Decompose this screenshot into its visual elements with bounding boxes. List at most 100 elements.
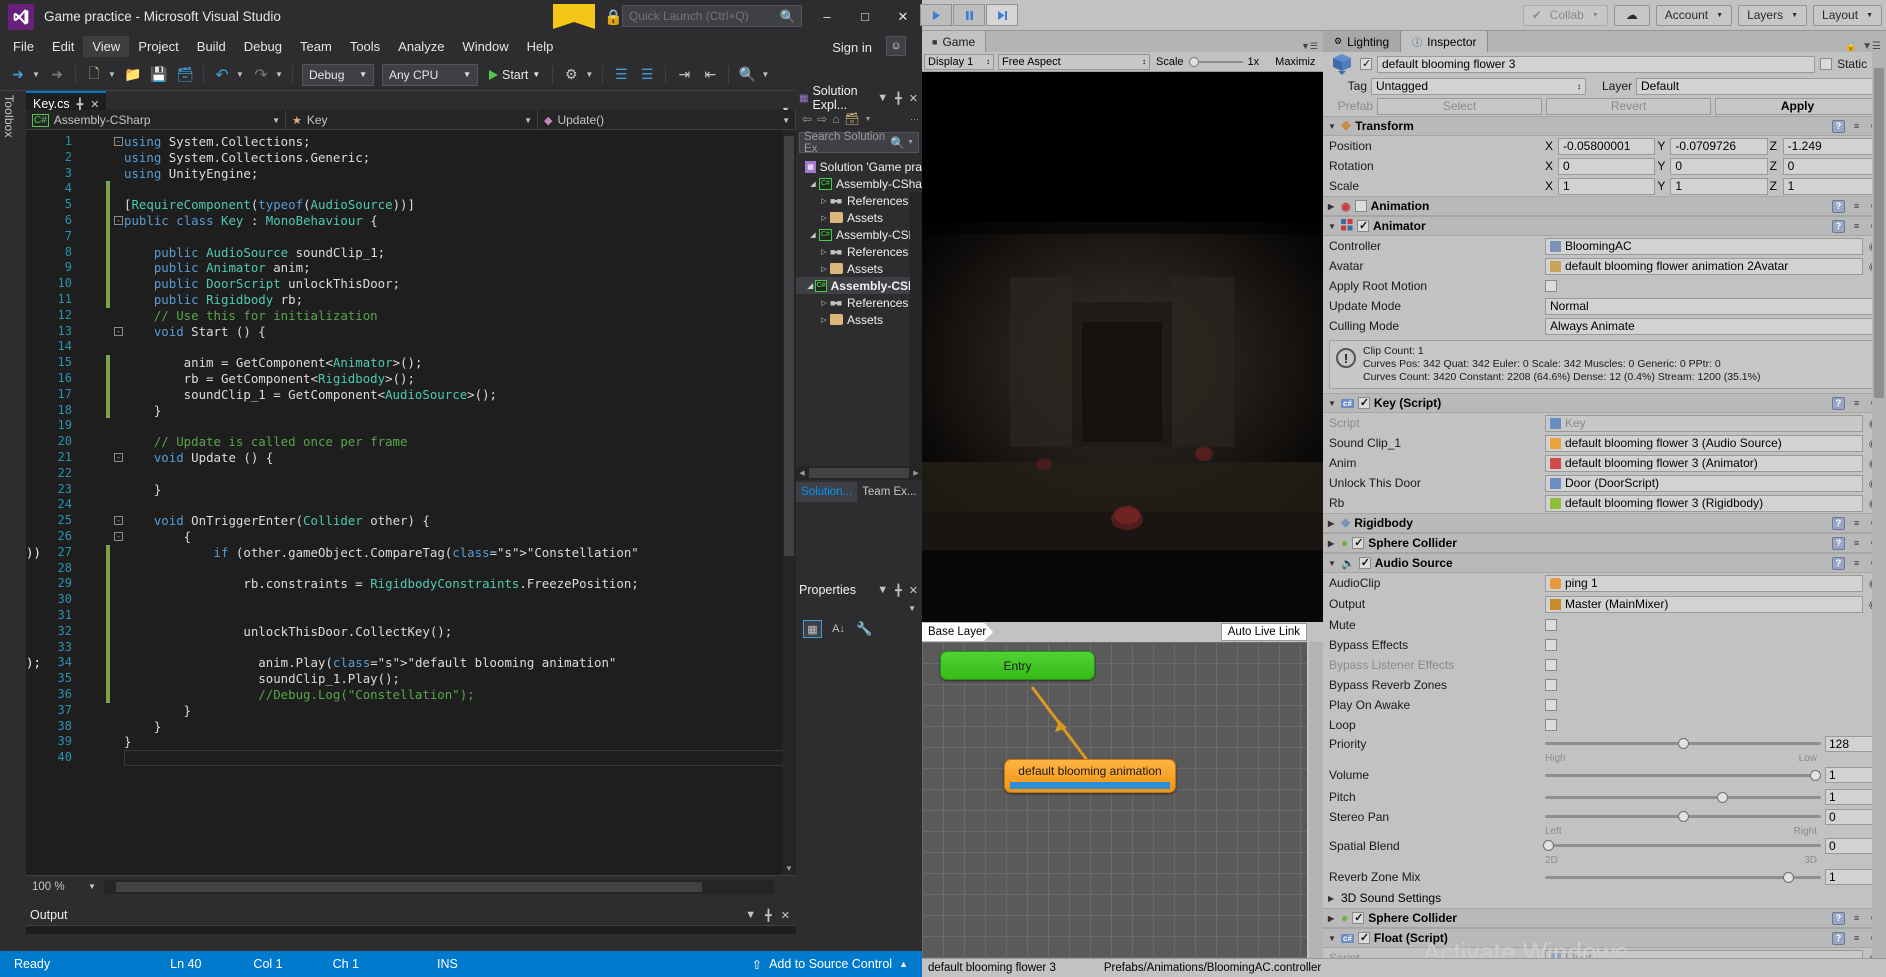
code-line[interactable]: 31 bbox=[26, 608, 796, 624]
help-icon[interactable]: ? bbox=[1832, 199, 1845, 213]
slider-track-area[interactable] bbox=[1545, 767, 1822, 783]
solution-tree-item[interactable]: ▷ Assets bbox=[796, 311, 922, 328]
undo-dropdown-icon[interactable]: ▼ bbox=[236, 70, 247, 79]
avatar-field[interactable]: default blooming flower animation 2Avata… bbox=[1545, 257, 1863, 275]
code-line[interactable]: 16 rb = GetComponent<Rigidbody>(); bbox=[26, 371, 796, 387]
float-script-enabled-checkbox[interactable] bbox=[1357, 931, 1370, 944]
solution-tree-item[interactable]: ▦ Solution 'Game pra bbox=[796, 158, 922, 175]
code-line[interactable]: 10 public DoorScript unlockThisDoor; bbox=[26, 276, 796, 292]
chevron-right-icon[interactable]: ▶ bbox=[1328, 914, 1337, 923]
help-icon[interactable]: ? bbox=[1832, 911, 1845, 925]
zoom-dropdown-icon[interactable]: ▼ bbox=[88, 882, 96, 891]
prefab-select-button[interactable]: Select bbox=[1377, 97, 1542, 115]
toggle-checkbox[interactable] bbox=[1545, 699, 1557, 711]
inspector-menu-icon[interactable]: ▼☰ bbox=[1862, 41, 1881, 52]
code-line[interactable]: 28 bbox=[26, 560, 796, 577]
preset-icon[interactable]: ≡ bbox=[1850, 517, 1863, 530]
help-icon[interactable]: ? bbox=[1832, 396, 1845, 410]
preset-icon[interactable]: ≡ bbox=[1850, 120, 1863, 133]
code-line[interactable]: 6 - public class Key : MonoBehaviour { bbox=[26, 213, 796, 229]
pin-icon[interactable]: ╋ bbox=[77, 98, 84, 111]
animator-node-entry[interactable]: Entry bbox=[940, 651, 1095, 680]
chevron-down-icon[interactable]: ▼ bbox=[1328, 222, 1337, 231]
close-icon[interactable]: ✕ bbox=[909, 92, 918, 105]
pause-button[interactable] bbox=[953, 4, 985, 26]
close-icon[interactable]: ✕ bbox=[90, 98, 99, 111]
menu-debug[interactable]: Debug bbox=[235, 36, 291, 57]
apply-root-motion-checkbox[interactable] bbox=[1545, 280, 1557, 292]
code-line[interactable]: 26 - { bbox=[26, 529, 796, 545]
scale-slider[interactable] bbox=[1188, 56, 1243, 68]
solution-horizontal-scrollbar[interactable]: ◀ ▶ bbox=[796, 466, 922, 480]
output-field[interactable]: Master (MainMixer) bbox=[1545, 595, 1863, 613]
position-x-field[interactable]: -0.05800001 bbox=[1558, 137, 1656, 155]
navbar-project-dropdown[interactable]: C# Assembly-CSharp ▼ bbox=[26, 110, 286, 130]
collab-button[interactable]: ✔ Collab ▼ bbox=[1522, 4, 1608, 26]
field-object-reference[interactable]: default blooming flower 3 (Rigidbody) bbox=[1545, 494, 1863, 512]
preset-icon[interactable]: ≡ bbox=[1850, 397, 1863, 410]
menu-help[interactable]: Help bbox=[518, 36, 563, 57]
sign-in-link[interactable]: Sign in bbox=[832, 40, 872, 55]
audioclip-field[interactable]: ping 1 bbox=[1545, 574, 1863, 592]
close-icon[interactable]: ✕ bbox=[909, 584, 918, 597]
menu-project[interactable]: Project bbox=[129, 36, 187, 57]
chevron-down-icon[interactable]: ▼ bbox=[865, 116, 872, 123]
scale-z-field[interactable]: 1 bbox=[1782, 177, 1880, 195]
comment-icon[interactable]: ☰ bbox=[609, 63, 633, 87]
code-line[interactable]: 29 rb.constraints = RigidbodyConstraints… bbox=[26, 576, 796, 593]
expand-toggle-icon[interactable]: ◢ bbox=[807, 180, 819, 188]
vs-notification-flag-icon[interactable] bbox=[553, 4, 595, 29]
code-line[interactable]: 18 } bbox=[26, 402, 796, 419]
component-header-animation[interactable]: ▶ ◉ Animation ? ≡ ⚙ bbox=[1323, 196, 1886, 216]
chevron-right-icon[interactable]: ▶ bbox=[1328, 539, 1337, 548]
home-icon[interactable]: ⌂ bbox=[832, 112, 839, 126]
slider-knob[interactable] bbox=[1678, 811, 1689, 822]
code-line[interactable]: 12 // Use this for initialization bbox=[26, 308, 796, 324]
menu-analyze[interactable]: Analyze bbox=[389, 36, 453, 57]
help-icon[interactable]: ? bbox=[1832, 119, 1845, 133]
animator-vertical-scrollbar[interactable] bbox=[1309, 642, 1323, 977]
code-line[interactable]: 8 public AudioSource soundClip_1; bbox=[26, 244, 796, 261]
preset-icon[interactable]: ≡ bbox=[1850, 932, 1863, 945]
minimize-button[interactable]: – bbox=[808, 0, 846, 33]
code-line[interactable]: 37 } bbox=[26, 703, 796, 719]
help-icon[interactable]: ? bbox=[1832, 516, 1845, 530]
chevron-right-icon[interactable]: ▶ bbox=[1328, 519, 1337, 528]
fold-toggle-icon[interactable]: - bbox=[114, 516, 123, 526]
search-icon[interactable]: 🔍 bbox=[890, 136, 905, 150]
scale-y-field[interactable]: 1 bbox=[1670, 177, 1768, 195]
controller-field[interactable]: BloomingAC bbox=[1545, 237, 1863, 255]
attach-process-icon[interactable]: ⚙ bbox=[559, 63, 583, 87]
auto-live-link-button[interactable]: Auto Live Link bbox=[1220, 623, 1307, 641]
field-object-reference[interactable]: Door (DoorScript) bbox=[1545, 474, 1863, 492]
tab-game[interactable]: ■ Game bbox=[922, 31, 987, 52]
pin-icon[interactable]: ╋ bbox=[895, 92, 902, 105]
component-header-3d-sound-settings[interactable]: ▶ 3D Sound Settings bbox=[1323, 888, 1886, 908]
gameobject-name-field[interactable]: default blooming flower 3 bbox=[1377, 55, 1816, 73]
code-line[interactable]: 13 - void Start () { bbox=[26, 324, 796, 340]
component-header-sphere-collider[interactable]: ▶ ● Sphere Collider ? ≡ ⚙ bbox=[1323, 533, 1886, 553]
indent-icon[interactable]: ⇥ bbox=[672, 63, 696, 87]
slider-track-area[interactable] bbox=[1542, 838, 1821, 854]
step-button[interactable] bbox=[986, 4, 1018, 26]
toggle-checkbox[interactable] bbox=[1545, 719, 1557, 731]
solution-tree-item[interactable]: ▷ ■▪■ References bbox=[796, 192, 922, 209]
code-line[interactable]: 35 soundClip_1.Play(); bbox=[26, 671, 796, 687]
forward-icon[interactable]: ⇨ bbox=[817, 112, 827, 126]
toggle-checkbox[interactable] bbox=[1545, 639, 1557, 651]
solution-search-box[interactable]: Search Solution Ex 🔍 ▼ bbox=[799, 131, 919, 155]
menu-tools[interactable]: Tools bbox=[341, 36, 389, 57]
component-header-animator[interactable]: ▼ Animator ? ≡ ⚙ bbox=[1323, 216, 1886, 236]
rotation-z-field[interactable]: 0 bbox=[1782, 157, 1880, 175]
update-mode-dropdown[interactable]: Normal ↕ bbox=[1545, 297, 1880, 315]
maximize-button[interactable]: □ bbox=[846, 0, 884, 33]
layout-button[interactable]: Layout ▼ bbox=[1813, 4, 1882, 26]
account-button[interactable]: Account ▼ bbox=[1655, 4, 1733, 26]
game-view-render[interactable] bbox=[922, 72, 1323, 672]
code-line[interactable]: 22 bbox=[26, 466, 796, 482]
save-all-icon[interactable]: 🗃 bbox=[173, 63, 197, 87]
expand-toggle-icon[interactable]: ▷ bbox=[818, 316, 830, 324]
preset-icon[interactable]: ≡ bbox=[1850, 220, 1863, 233]
scale-x-field[interactable]: 1 bbox=[1558, 177, 1656, 195]
fold-toggle-icon[interactable]: - bbox=[114, 137, 123, 146]
